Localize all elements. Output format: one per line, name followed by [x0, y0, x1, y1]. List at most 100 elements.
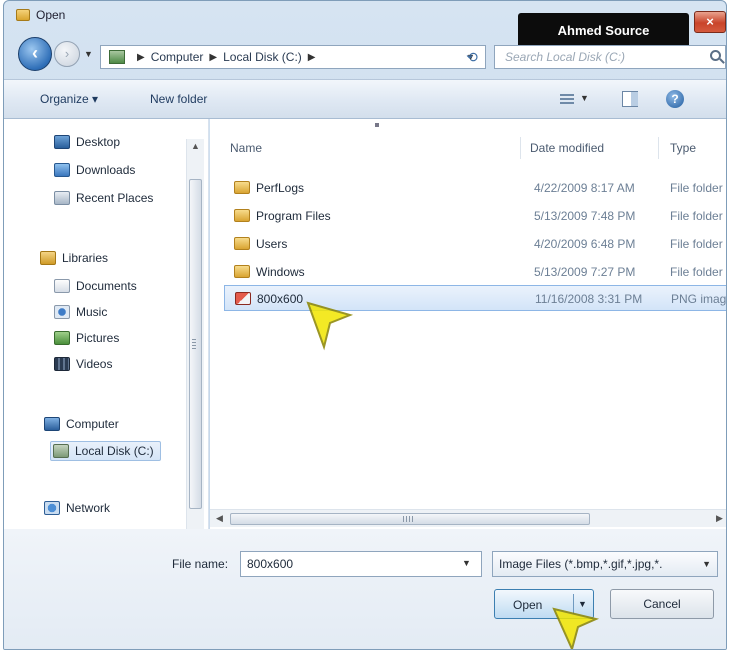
- documents-icon: [54, 279, 70, 293]
- command-bar: Organize ▾ New folder ▼ ?: [4, 79, 726, 119]
- file-row-800x600[interactable]: 800x600 11/16/2008 3:31 PM PNG image: [224, 285, 727, 311]
- pointer-cursor-icon: [306, 301, 354, 351]
- nav-item-label: Pictures: [76, 331, 120, 345]
- file-row-perflogs[interactable]: PerfLogs 4/22/2009 8:17 AM File folder: [224, 175, 726, 201]
- file-type: PNG image: [671, 292, 727, 306]
- breadcrumb-local-disk[interactable]: Local Disk (C:): [223, 50, 302, 64]
- search-input[interactable]: Search Local Disk (C:): [494, 45, 726, 69]
- recent-locations-dropdown[interactable]: ▼: [84, 49, 93, 59]
- folder-icon: [234, 209, 250, 222]
- desktop-icon: [54, 135, 70, 149]
- nav-item-videos[interactable]: Videos: [54, 357, 112, 371]
- nav-item-documents[interactable]: Documents: [54, 279, 137, 293]
- local-disk-icon: [53, 444, 69, 458]
- nav-item-label: Network: [66, 501, 111, 515]
- videos-icon: [54, 357, 70, 371]
- dialog-title: Open: [36, 8, 66, 22]
- chevron-right-icon[interactable]: ▶: [209, 52, 217, 63]
- column-divider[interactable]: [658, 137, 659, 159]
- nav-item-label: Downloads: [76, 163, 136, 177]
- file-row-windows[interactable]: Windows 5/13/2009 7:27 PM File folder: [224, 259, 726, 285]
- nav-vertical-scrollbar[interactable]: ▲: [186, 139, 204, 529]
- file-name: 800x600: [257, 292, 304, 306]
- file-date: 4/20/2009 6:48 PM: [534, 237, 636, 251]
- scroll-up-arrow-icon[interactable]: ▲: [191, 141, 200, 151]
- nav-item-computer[interactable]: Computer: [44, 417, 119, 431]
- organize-button[interactable]: Organize ▾: [40, 92, 98, 106]
- pointer-cursor-icon: [552, 607, 600, 649]
- png-file-icon: [235, 292, 251, 305]
- nav-item-label: Music: [76, 305, 108, 319]
- sort-indicator-icon: [375, 123, 379, 127]
- file-name: PerfLogs: [256, 181, 305, 195]
- cancel-button[interactable]: Cancel: [610, 589, 714, 619]
- network-icon: [44, 501, 60, 515]
- file-name-panel: File name: 800x600 ▼ Image Files (*.bmp,…: [4, 529, 726, 649]
- forward-button[interactable]: ›: [54, 41, 80, 67]
- preview-pane-icon[interactable]: [622, 91, 638, 107]
- folder-icon: [16, 9, 30, 21]
- recent-places-icon: [54, 191, 70, 205]
- breadcrumb-computer[interactable]: Computer: [151, 50, 204, 64]
- help-icon[interactable]: ?: [666, 90, 684, 108]
- horizontal-scrollbar[interactable]: ◀ ▶: [210, 509, 726, 527]
- file-name-label: File name:: [172, 557, 229, 571]
- column-header-date[interactable]: Date modified: [530, 141, 604, 155]
- nav-item-local-disk[interactable]: Local Disk (C:): [50, 441, 161, 461]
- chevron-right-icon[interactable]: ▶: [308, 52, 316, 63]
- refresh-icon[interactable]: ⟲: [460, 47, 484, 67]
- watermark-label: Ahmed Source: [518, 13, 689, 49]
- nav-item-pictures[interactable]: Pictures: [54, 331, 119, 345]
- file-date: 4/22/2009 8:17 AM: [534, 181, 635, 195]
- close-button[interactable]: ×: [694, 11, 726, 33]
- nav-item-recent-places[interactable]: Recent Places: [54, 191, 153, 205]
- file-name: Users: [256, 237, 288, 251]
- column-header-type[interactable]: Type: [670, 141, 696, 155]
- nav-item-label: Desktop: [76, 135, 121, 149]
- file-date: 5/13/2009 7:27 PM: [534, 265, 636, 279]
- column-divider[interactable]: [520, 137, 521, 159]
- chevron-down-icon[interactable]: ▼: [580, 93, 589, 103]
- nav-item-label: Videos: [76, 357, 113, 371]
- file-row-program-files[interactable]: Program Files 5/13/2009 7:48 PM File fol…: [224, 203, 726, 229]
- navigation-pane: Desktop Downloads Recent Places Librarie…: [4, 119, 209, 529]
- chevron-right-icon[interactable]: ▶: [137, 52, 145, 63]
- file-date: 5/13/2009 7:48 PM: [534, 209, 636, 223]
- open-button-label: Open: [513, 598, 543, 612]
- column-header-name[interactable]: Name: [230, 141, 262, 155]
- folder-icon: [234, 237, 250, 250]
- file-name-input[interactable]: 800x600: [240, 551, 482, 577]
- nav-item-libraries[interactable]: Libraries: [40, 251, 108, 265]
- search-icon[interactable]: [710, 50, 721, 61]
- computer-icon: [109, 50, 125, 64]
- nav-item-label: Recent Places: [76, 191, 154, 205]
- file-date: 11/16/2008 3:31 PM: [535, 292, 643, 306]
- nav-item-music[interactable]: Music: [54, 305, 107, 319]
- new-folder-button[interactable]: New folder: [150, 92, 207, 106]
- change-view-icon[interactable]: [560, 94, 574, 106]
- file-row-users[interactable]: Users 4/20/2009 6:48 PM File folder: [224, 231, 726, 257]
- scrollbar-thumb[interactable]: [230, 513, 590, 525]
- file-name: Windows: [256, 265, 305, 279]
- pictures-icon: [54, 331, 70, 345]
- file-list: Name Date modified Type PerfLogs 4/22/20…: [210, 119, 727, 529]
- nav-item-label: Computer: [66, 417, 119, 431]
- chevron-down-icon[interactable]: ▼: [462, 558, 471, 568]
- folder-icon: [234, 181, 250, 194]
- scroll-left-arrow-icon[interactable]: ◀: [216, 513, 223, 524]
- address-bar[interactable]: ▶ Computer ▶ Local Disk (C:) ▶ ▼: [100, 45, 486, 69]
- file-type: File folder: [670, 181, 723, 195]
- nav-item-network[interactable]: Network: [44, 501, 110, 515]
- folder-icon: [234, 265, 250, 278]
- computer-icon: [44, 417, 60, 431]
- scroll-right-arrow-icon[interactable]: ▶: [716, 513, 723, 524]
- file-type: File folder: [670, 237, 723, 251]
- chevron-down-icon[interactable]: ▼: [702, 559, 711, 569]
- nav-item-downloads[interactable]: Downloads: [54, 163, 135, 177]
- back-button[interactable]: ‹: [18, 37, 52, 71]
- nav-item-desktop[interactable]: Desktop: [54, 135, 120, 149]
- nav-item-label: Documents: [76, 279, 137, 293]
- music-icon: [54, 305, 70, 319]
- file-type-filter-select[interactable]: Image Files (*.bmp,*.gif,*.jpg,*. ▼: [492, 551, 718, 577]
- open-dialog: Open Ahmed Source × ‹ › ▼ ▶ Computer ▶ L…: [3, 0, 727, 650]
